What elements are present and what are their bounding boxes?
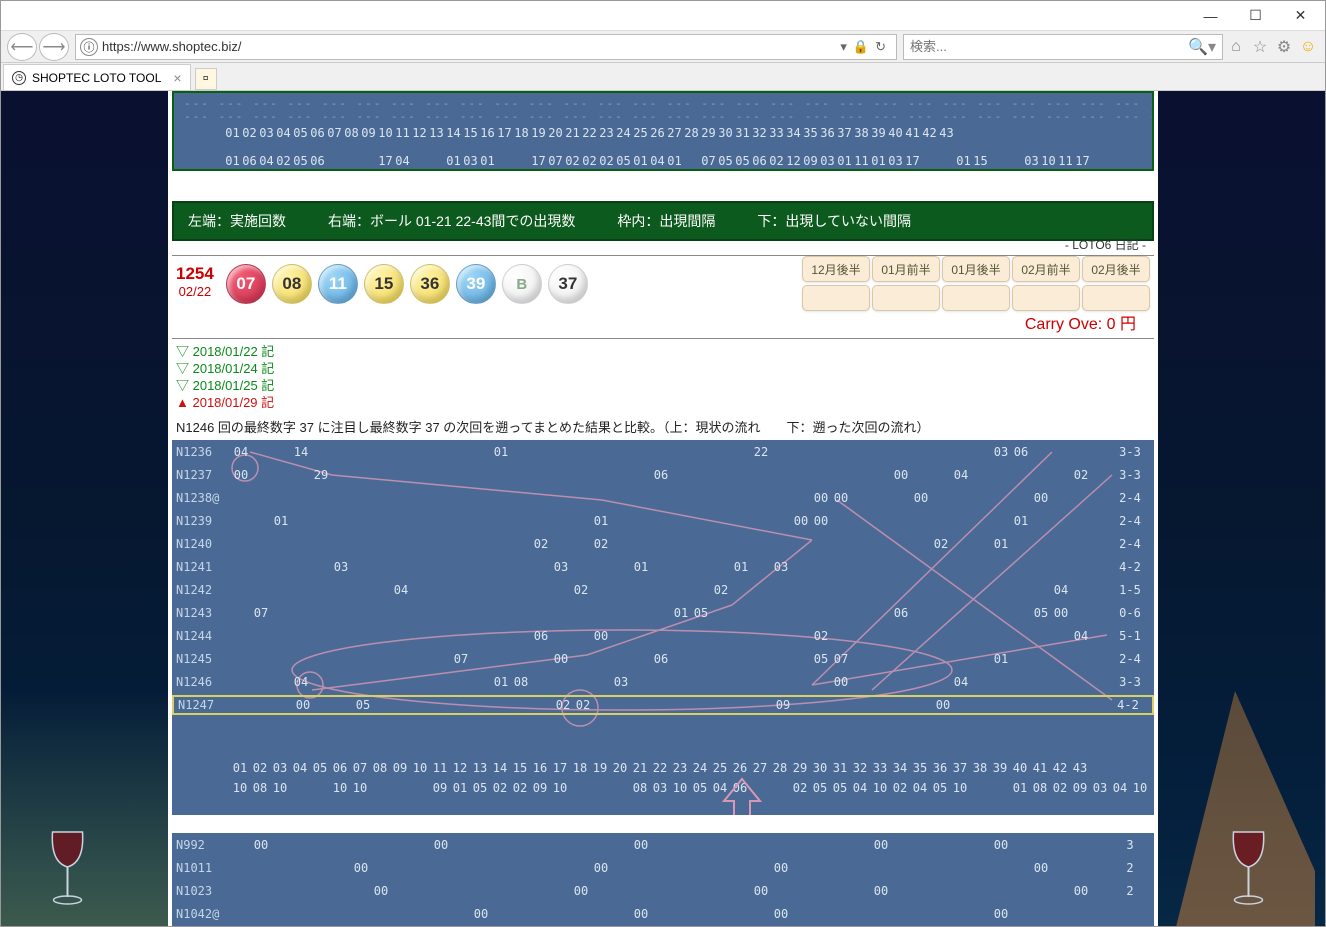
chart-row: N1238@ 00000000 2-4 [172, 488, 1154, 508]
diary-month-button[interactable]: 02月前半 [1012, 256, 1080, 282]
top-chart-block: --- --- --- --- --- --- --- --- --- --- … [172, 91, 1154, 171]
diary-empty-box[interactable] [942, 285, 1010, 311]
top-chart-row: 0106040205061704010301170702020205010401… [174, 151, 1152, 171]
diary-month-button[interactable]: 01月前半 [872, 256, 940, 282]
wine-glass-decoration-left [40, 827, 95, 907]
lotto-ball: 07 [226, 264, 266, 304]
url-bar[interactable]: ⓘ https://www.shoptec.biz/ ▾ 🔒 ↻ [75, 34, 897, 60]
diary-empty-box[interactable] [1012, 285, 1080, 311]
date-links: ▽ 2018/01/22 記▽ 2018/01/24 記▽ 2018/01/25… [172, 339, 1154, 415]
chart-row: N1236 041401220306 3-3 [172, 442, 1154, 462]
diary-empty-box[interactable] [872, 285, 940, 311]
chart-row: N1246 040108030004 3-3 [172, 672, 1154, 692]
title-bar: — ☐ ✕ [1, 1, 1325, 31]
chart-row: N1244 06000204 5-1 [172, 626, 1154, 646]
chart-row: N1240 02020201 2-4 [172, 534, 1154, 554]
new-tab-button[interactable]: ▫ [195, 68, 217, 90]
search-bar[interactable]: 🔍▾ [903, 34, 1223, 60]
diary-title: - LOTO6 日記 - [802, 236, 1150, 253]
tab-favicon-icon: ◷ [12, 71, 26, 85]
lotto-ball: 37 [548, 264, 588, 304]
date-link[interactable]: ▽ 2018/01/25 記 [176, 377, 1150, 394]
maximize-button[interactable]: ☐ [1233, 2, 1278, 30]
chart-row: N1023 0000000000 2 [172, 881, 1154, 901]
bottom-chart-block: N992 0000000000 3 ----------------------… [172, 833, 1154, 926]
lock-icon[interactable]: 🔒 [853, 39, 869, 55]
smiley-icon[interactable]: ☺ [1297, 36, 1319, 58]
arrow-up-icon [720, 775, 764, 815]
date-link[interactable]: ▽ 2018/01/22 記 [176, 343, 1150, 360]
diary-month-button[interactable]: 01月後半 [942, 256, 1010, 282]
green-header: 左端：実施回数 右端：ボール 01-21 22-43間での出現数 枠内：出現間隔… [172, 201, 1154, 241]
chart-description: N1246 回の最終数字 37 に注目し最終数字 37 の次回を遡ってまとめた結… [172, 415, 1154, 440]
lotto-ball: 36 [410, 264, 450, 304]
forward-button[interactable]: ⟶ [39, 33, 69, 61]
draw-date: 02/22 [176, 284, 214, 299]
search-input[interactable] [910, 39, 1188, 54]
minimize-button[interactable]: — [1188, 2, 1233, 30]
draw-section: 1254 02/22 070811153639B37 - LOTO6 日記 - … [172, 255, 1154, 304]
chart-row: N1241 0303010103 4-2 [172, 557, 1154, 577]
lotto-ball: 39 [456, 264, 496, 304]
site-info-icon[interactable]: ⓘ [80, 38, 98, 56]
main-chart-block: N1236 041401220306 3-3 -----------------… [172, 440, 1154, 815]
diary-month-button[interactable]: 12月後半 [802, 256, 870, 282]
tab-bar: ◷ SHOPTEC LOTO TOOL × ▫ [1, 63, 1325, 91]
search-icon[interactable]: 🔍▾ [1188, 37, 1216, 57]
nav-bar: ⟵ ⟶ ⓘ https://www.shoptec.biz/ ▾ 🔒 ↻ 🔍▾ … [1, 31, 1325, 63]
settings-icon[interactable]: ⚙ [1273, 36, 1295, 58]
diary-panel: - LOTO6 日記 - 12月後半01月前半01月後半02月前半02月後半 [802, 236, 1150, 314]
favorites-icon[interactable]: ☆ [1249, 36, 1271, 58]
refresh-icon[interactable]: ↻ [875, 39, 886, 55]
tab-shoptec[interactable]: ◷ SHOPTEC LOTO TOOL × [3, 64, 191, 90]
lotto-ball: B [502, 264, 542, 304]
top-chart-axis: 0102030405060708091011121314151617181920… [174, 123, 1152, 143]
url-text: https://www.shoptec.biz/ [102, 39, 834, 54]
home-icon[interactable]: ⌂ [1225, 36, 1247, 58]
url-controls: ▾ 🔒 ↻ [834, 39, 892, 55]
chart-row: N1011 00000000 2 [172, 858, 1154, 878]
lotto-balls: 070811153639B37 [226, 264, 588, 304]
lotto-ball: 15 [364, 264, 404, 304]
chart-row: N1242 04020204 1-5 [172, 580, 1154, 600]
tab-close-icon[interactable]: × [173, 70, 181, 86]
lotto-ball: 11 [318, 264, 358, 304]
diary-month-button[interactable]: 02月後半 [1082, 256, 1150, 282]
chart-row: N1243 070105060500 0-6 [172, 603, 1154, 623]
close-button[interactable]: ✕ [1278, 2, 1323, 30]
diary-empty-box[interactable] [1082, 285, 1150, 311]
dropdown-icon[interactable]: ▾ [840, 39, 847, 55]
chart-row: N992 0000000000 3 [172, 835, 1154, 855]
chart-axis-2: 1008101010090105020209100803100504060205… [172, 781, 1154, 795]
page-main: --- --- --- --- --- --- --- --- --- --- … [168, 91, 1158, 926]
lotto-ball: 08 [272, 264, 312, 304]
page-scroll[interactable]: --- --- --- --- --- --- --- --- --- --- … [1, 91, 1325, 926]
chart-row: N1042@ 00000000 [172, 904, 1154, 924]
diary-empty-box[interactable] [802, 285, 870, 311]
chart-row: N1239 0101000001 2-4 [172, 511, 1154, 531]
back-button[interactable]: ⟵ [7, 33, 37, 61]
wine-glass-decoration-right [1221, 827, 1276, 907]
chart-row: N1245 070006050701 2-4 [172, 649, 1154, 669]
chart-row: N1247 000502020900 4-2 [172, 695, 1154, 715]
tab-title: SHOPTEC LOTO TOOL [32, 71, 161, 85]
chart-row: N1237 002906000402 3-3 [172, 465, 1154, 485]
draw-number: 1254 [176, 264, 214, 284]
date-link[interactable]: ▽ 2018/01/24 記 [176, 360, 1150, 377]
chart-axis-1: 0102030405060708091011121314151617181920… [172, 761, 1154, 775]
date-link[interactable]: ▲ 2018/01/29 記 [176, 394, 1150, 411]
